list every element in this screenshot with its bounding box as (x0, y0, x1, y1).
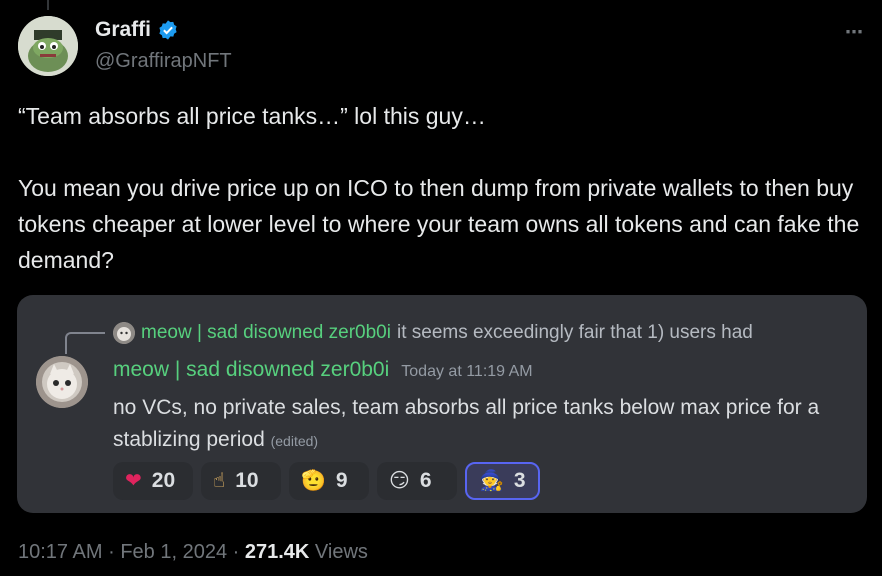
cat-astronaut-icon (113, 322, 135, 344)
tweet-text-line-1: “Team absorbs all price tanks…” lol this… (18, 103, 486, 129)
message-avatar (36, 356, 88, 408)
reaction-count: 3 (513, 469, 526, 492)
tweet-date[interactable]: Feb 1, 2024 (120, 541, 227, 563)
author-name-text: Graffi (95, 18, 152, 41)
verified-badge-icon (159, 20, 177, 40)
author-handle[interactable]: @GraffirapNFT (95, 50, 232, 73)
pepe-avatar-image (18, 16, 78, 76)
heart-icon: ❤ (125, 470, 142, 492)
reaction-count: 9 (335, 469, 348, 492)
reaction-salute: 🫡 9 (289, 462, 369, 500)
reaction-count: 6 (419, 469, 432, 492)
tweet-text-line-2: You mean you drive price up on ICO to th… (18, 175, 860, 273)
reaction-smirk: 😏 6 (377, 462, 457, 500)
reaction-wizard: 🧙 3 (465, 462, 540, 500)
point-up-icon: ☝ (213, 470, 226, 492)
reactions-bar: ❤ 20 ☝ 10 🫡 9 😏 6 🧙 3 (113, 462, 540, 500)
salute-icon: 🫡 (301, 470, 326, 492)
wizard-icon: 🧙 (479, 470, 504, 492)
meta-separator: · (232, 541, 240, 563)
thread-connector-line (47, 0, 49, 10)
reaction-heart: ❤ 20 (113, 462, 193, 500)
reaction-count: 20 (151, 469, 176, 492)
tweet-time[interactable]: 10:17 AM (18, 541, 103, 563)
message-text: no VCs, no private sales, team absorbs a… (113, 396, 820, 451)
reply-avatar (113, 322, 135, 344)
message-timestamp: Today at 11:19 AM (401, 363, 533, 380)
smirk-icon: 😏 (389, 470, 410, 492)
reaction-point-up: ☝ 10 (201, 462, 281, 500)
reaction-count: 10 (235, 469, 259, 492)
message-author-name: meow | sad disowned zer0b0i (113, 358, 390, 381)
discord-reply-preview: meow | sad disowned zer0b0i it seems exc… (113, 320, 833, 346)
reply-connector-line (65, 332, 105, 354)
author-name[interactable]: Graffi (95, 18, 179, 42)
edited-label: (edited) (270, 433, 319, 449)
cat-astronaut-avatar-icon (36, 356, 88, 408)
meta-separator: · (108, 541, 115, 563)
more-options-icon[interactable]: ⋯ (845, 22, 864, 43)
views-count[interactable]: 271.4K (245, 541, 310, 563)
tweet-text: “Team absorbs all price tanks…” lol this… (18, 98, 868, 278)
reply-text: it seems exceedingly fair that 1) users … (396, 322, 753, 343)
message-header: meow | sad disowned zer0b0i Today at 11:… (113, 358, 533, 382)
views-label: Views (314, 541, 368, 563)
reply-author-name: meow | sad disowned zer0b0i (141, 322, 391, 343)
message-body: no VCs, no private sales, team absorbs a… (113, 392, 833, 457)
author-avatar[interactable] (18, 16, 78, 76)
tweet-metadata: 10:17 AM · Feb 1, 2024 · 271.4K Views (18, 541, 368, 564)
